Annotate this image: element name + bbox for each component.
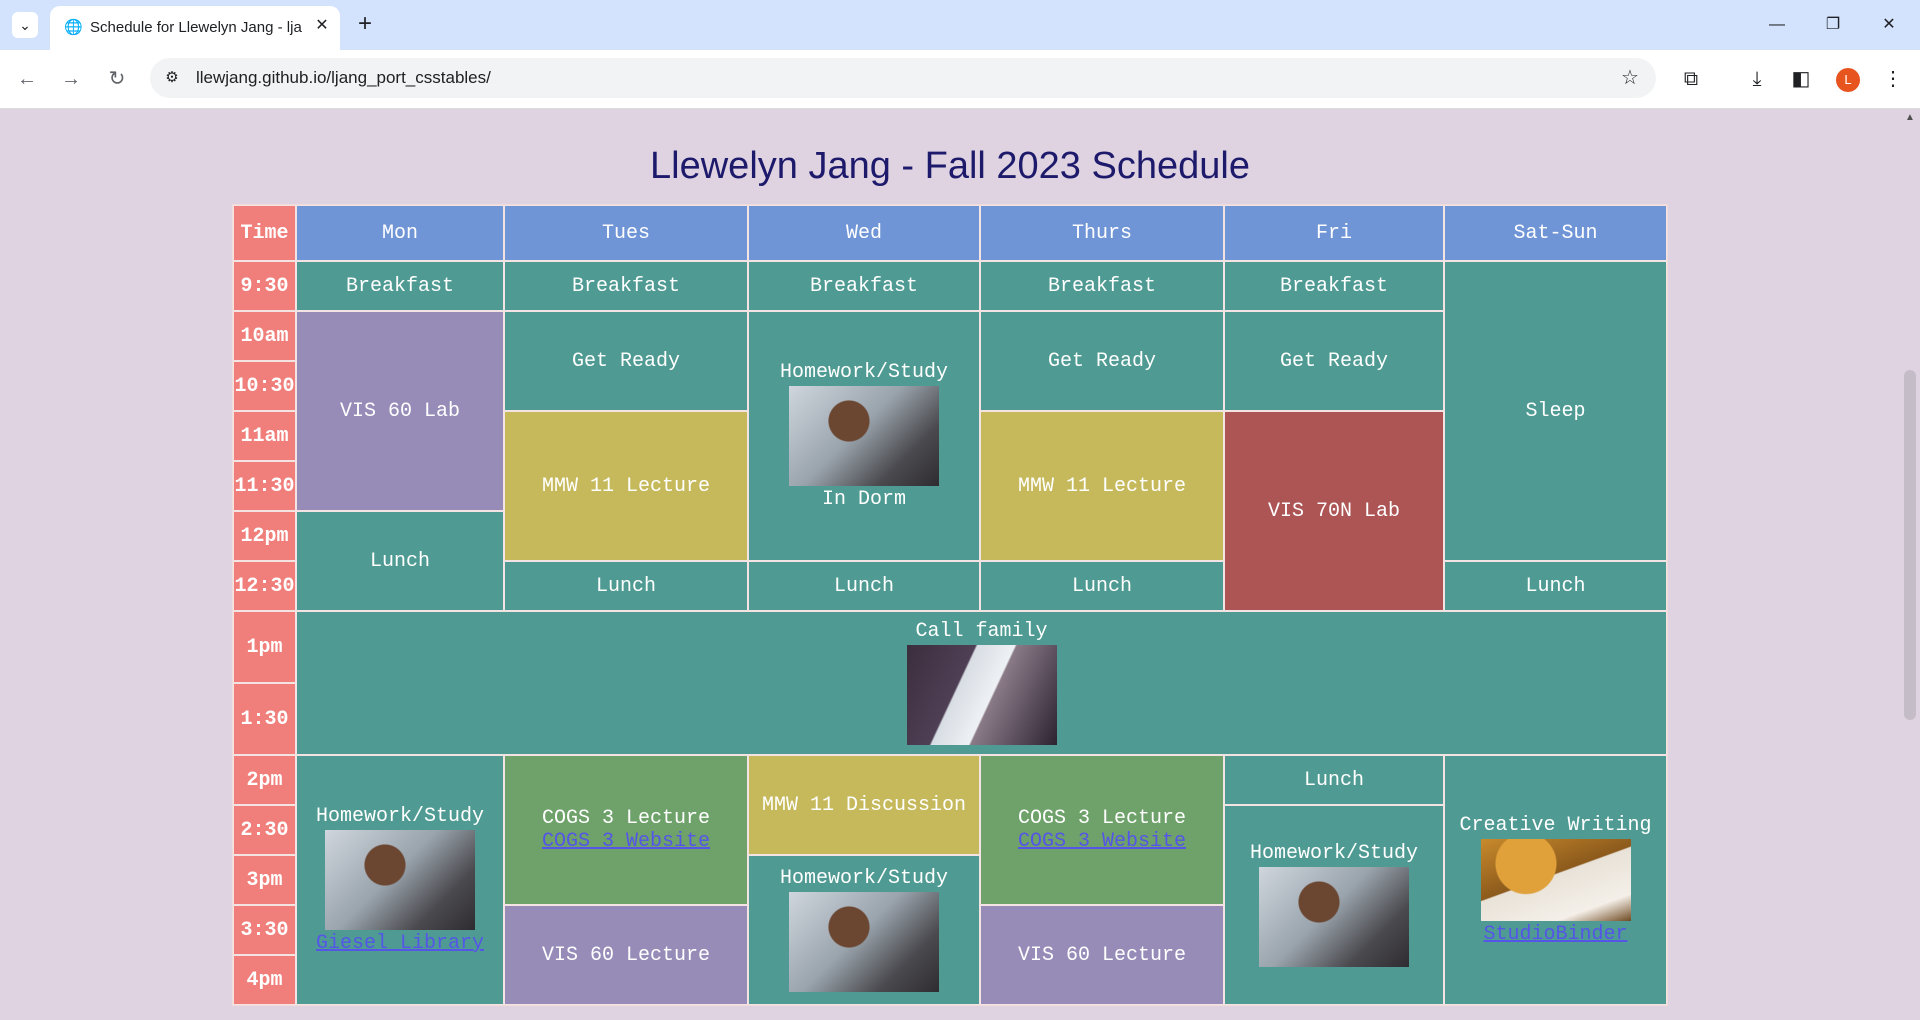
- fri-vis70n-lab: VIS 70N Lab: [1224, 411, 1444, 611]
- wed-mmw11-discussion: MMW 11 Discussion: [748, 755, 980, 855]
- tues-vis60-lecture: VIS 60 Lecture: [504, 905, 748, 1005]
- event-sublabel: In Dorm: [821, 488, 906, 511]
- time-cell: 11am: [233, 411, 296, 461]
- address-bar[interactable]: ⚙ llewjang.github.io/ljang_port_csstable…: [150, 58, 1656, 98]
- tues-get-ready: Get Ready: [504, 311, 748, 411]
- time-cell: 4pm: [233, 955, 296, 1005]
- header-mon: Mon: [296, 205, 504, 261]
- tues-breakfast: Breakfast: [504, 261, 748, 311]
- url-text[interactable]: llewjang.github.io/ljang_port_csstables/: [196, 68, 491, 88]
- header-sat-sun: Sat-Sun: [1444, 205, 1667, 261]
- event-label: COGS 3 Lecture: [541, 807, 711, 830]
- header-thurs: Thurs: [980, 205, 1224, 261]
- phone-photo: [906, 644, 1057, 745]
- time-cell: 3:30: [233, 905, 296, 955]
- time-cell: 1:30: [233, 683, 296, 755]
- active-tab[interactable]: 🌐 Schedule for Llewelyn Jang - lja ✕: [50, 6, 340, 50]
- event-label: Homework/Study: [1249, 841, 1419, 865]
- tab-strip: ⌄ 🌐 Schedule for Llewelyn Jang - lja ✕ +…: [0, 0, 1920, 50]
- back-arrow-icon[interactable]: ←: [12, 64, 42, 94]
- tues-mmw11-lecture: MMW 11 Lecture: [504, 411, 748, 561]
- event-label: Creative Writing: [1459, 814, 1652, 837]
- fri-homework-study: Homework/Study: [1224, 805, 1444, 1005]
- extensions-puzzle-icon[interactable]: ⧉: [1676, 64, 1706, 94]
- event-label: Homework/Study: [779, 361, 949, 384]
- window-close-icon[interactable]: ✕: [1866, 10, 1912, 40]
- scroll-up-arrow-icon[interactable]: ▲: [1902, 110, 1918, 126]
- wed-homework-study-afternoon: Homework/Study: [748, 855, 980, 1005]
- download-icon[interactable]: ⤓: [1742, 64, 1772, 94]
- header-time: Time: [233, 205, 296, 261]
- tab-search-chevron-icon[interactable]: ⌄: [12, 12, 38, 38]
- mon-homework-study: Homework/Study Giesel Library: [296, 755, 504, 1005]
- weekend-sleep: Sleep: [1444, 261, 1667, 561]
- event-label: Homework/Study: [315, 805, 485, 828]
- time-cell: 10am: [233, 311, 296, 361]
- weekend-creative-writing: Creative Writing StudioBinder: [1444, 755, 1667, 1005]
- time-cell: 1pm: [233, 611, 296, 683]
- schedule-table: Time Mon Tues Wed Thurs Fri Sat-Sun 9:30…: [232, 204, 1668, 1006]
- study-photo: [1259, 866, 1409, 967]
- bookmark-star-icon[interactable]: ☆: [1618, 66, 1642, 90]
- call-family: Call family: [296, 611, 1667, 755]
- header-fri: Fri: [1224, 205, 1444, 261]
- mon-breakfast: Breakfast: [296, 261, 504, 311]
- time-cell: 3pm: [233, 855, 296, 905]
- thurs-cogs3-lecture: COGS 3 Lecture COGS 3 Website: [980, 755, 1224, 905]
- side-panel-icon[interactable]: ◧: [1786, 64, 1816, 94]
- time-cell: 12pm: [233, 511, 296, 561]
- cogs3-website-link[interactable]: COGS 3 Website: [505, 830, 747, 853]
- time-cell: 10:30: [233, 361, 296, 411]
- study-photo: [789, 891, 939, 992]
- reload-icon[interactable]: ↻: [102, 64, 132, 94]
- minimize-icon[interactable]: —: [1754, 10, 1800, 40]
- thurs-get-ready: Get Ready: [980, 311, 1224, 411]
- giesel-library-link[interactable]: Giesel Library: [297, 932, 503, 955]
- page-viewport: Llewelyn Jang - Fall 2023 Schedule Time …: [0, 109, 1900, 1020]
- tab-title: Schedule for Llewelyn Jang - lja: [90, 19, 302, 36]
- forward-arrow-icon[interactable]: →: [56, 64, 86, 94]
- page-title: Llewelyn Jang - Fall 2023 Schedule: [650, 145, 1250, 187]
- thurs-vis60-lecture: VIS 60 Lecture: [980, 905, 1224, 1005]
- weekend-lunch: Lunch: [1444, 561, 1667, 611]
- fri-get-ready: Get Ready: [1224, 311, 1444, 411]
- tues-cogs3-lecture: COGS 3 Lecture COGS 3 Website: [504, 755, 748, 905]
- header-tues: Tues: [504, 205, 748, 261]
- cogs3-website-link[interactable]: COGS 3 Website: [981, 830, 1223, 853]
- mon-vis60-lab: VIS 60 Lab: [296, 311, 504, 511]
- header-wed: Wed: [748, 205, 980, 261]
- restore-icon[interactable]: ❐: [1810, 10, 1856, 40]
- menu-kebab-icon[interactable]: ⋮: [1878, 64, 1908, 94]
- time-cell: 2pm: [233, 755, 296, 805]
- fri-breakfast: Breakfast: [1224, 261, 1444, 311]
- thurs-breakfast: Breakfast: [980, 261, 1224, 311]
- study-photo: [789, 386, 939, 486]
- globe-icon: 🌐: [64, 19, 83, 36]
- site-info-icon[interactable]: ⚙: [162, 68, 182, 88]
- writing-photo: [1480, 839, 1631, 921]
- studiobinder-link[interactable]: StudioBinder: [1445, 923, 1666, 946]
- wed-homework-study: Homework/Study In Dorm: [748, 311, 980, 561]
- time-cell: 2:30: [233, 805, 296, 855]
- event-label: Homework/Study: [779, 866, 949, 890]
- profile-avatar[interactable]: L: [1836, 68, 1860, 92]
- time-cell: 12:30: [233, 561, 296, 611]
- new-tab-plus-icon[interactable]: +: [352, 11, 378, 37]
- wed-breakfast: Breakfast: [748, 261, 980, 311]
- scrollbar-thumb[interactable]: [1904, 370, 1916, 720]
- mon-lunch: Lunch: [296, 511, 504, 611]
- browser-toolbar: ← → ↻ ⚙ llewjang.github.io/ljang_port_cs…: [0, 50, 1920, 109]
- time-cell: 11:30: [233, 461, 296, 511]
- thurs-lunch: Lunch: [980, 561, 1224, 611]
- thurs-mmw11-lecture: MMW 11 Lecture: [980, 411, 1224, 561]
- event-label: Call family: [915, 619, 1048, 643]
- fri-lunch: Lunch: [1224, 755, 1444, 805]
- time-cell: 9:30: [233, 261, 296, 311]
- wed-lunch: Lunch: [748, 561, 980, 611]
- tab-close-icon[interactable]: ✕: [312, 16, 332, 36]
- study-photo: [325, 830, 475, 930]
- event-label: COGS 3 Lecture: [1017, 807, 1187, 830]
- tues-lunch: Lunch: [504, 561, 748, 611]
